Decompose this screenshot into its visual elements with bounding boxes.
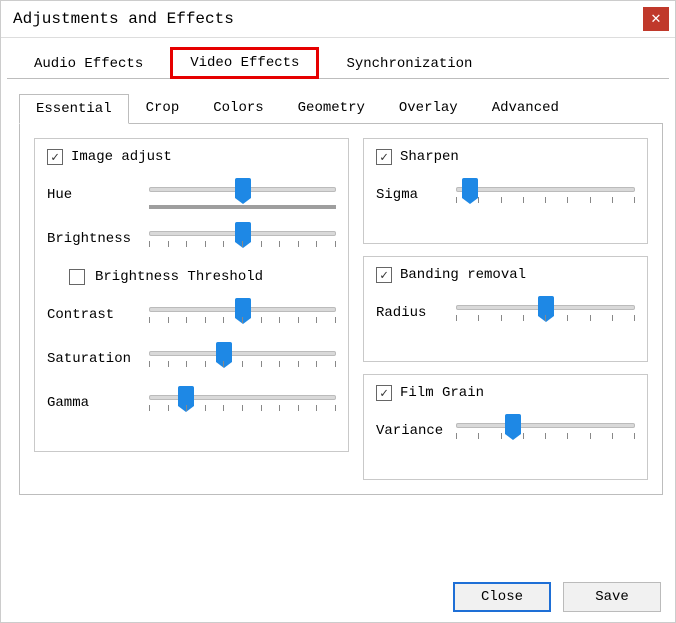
contrast-slider[interactable] — [149, 301, 336, 329]
brightness-slider[interactable] — [149, 225, 336, 253]
tab-colors[interactable]: Colors — [196, 93, 280, 123]
brightness-label: Brightness — [47, 231, 139, 247]
tab-audio-effects[interactable]: Audio Effects — [13, 47, 164, 79]
brightness-threshold-checkbox[interactable] — [69, 269, 85, 285]
tab-video-effects[interactable]: Video Effects — [170, 47, 319, 79]
variance-label: Variance — [376, 423, 446, 439]
banding-removal-label: Banding removal — [400, 267, 526, 283]
save-button[interactable]: Save — [563, 582, 661, 612]
image-adjust-group: Image adjust Hue Brightness — [34, 138, 349, 452]
sigma-label: Sigma — [376, 187, 446, 203]
window-title: Adjustments and Effects — [13, 10, 234, 28]
gamma-label: Gamma — [47, 395, 139, 411]
tab-overlay[interactable]: Overlay — [382, 93, 475, 123]
radius-label: Radius — [376, 305, 446, 321]
tab-essential[interactable]: Essential — [19, 94, 129, 124]
tab-crop[interactable]: Crop — [129, 93, 197, 123]
main-tab-bar: Audio Effects Video Effects Synchronizat… — [7, 46, 669, 79]
sharpen-group: Sharpen Sigma — [363, 138, 648, 244]
saturation-slider[interactable] — [149, 345, 336, 373]
film-grain-label: Film Grain — [400, 385, 484, 401]
sharpen-label: Sharpen — [400, 149, 459, 165]
close-icon[interactable]: ✕ — [643, 7, 669, 31]
banding-removal-checkbox[interactable] — [376, 267, 392, 283]
gamma-slider[interactable] — [149, 389, 336, 417]
brightness-threshold-label: Brightness Threshold — [95, 269, 263, 285]
sub-tab-bar: Essential Crop Colors Geometry Overlay A… — [19, 93, 663, 123]
contrast-label: Contrast — [47, 307, 139, 323]
variance-slider[interactable] — [456, 417, 635, 445]
close-button[interactable]: Close — [453, 582, 551, 612]
banding-removal-group: Banding removal Radius — [363, 256, 648, 362]
tab-synchronization[interactable]: Synchronization — [325, 47, 493, 79]
film-grain-group: Film Grain Variance — [363, 374, 648, 480]
hue-label: Hue — [47, 187, 139, 203]
essential-panel: Image adjust Hue Brightness — [19, 123, 663, 495]
sigma-slider[interactable] — [456, 181, 635, 209]
hue-slider[interactable] — [149, 181, 336, 209]
sharpen-checkbox[interactable] — [376, 149, 392, 165]
saturation-label: Saturation — [47, 351, 139, 367]
radius-slider[interactable] — [456, 299, 635, 327]
image-adjust-label: Image adjust — [71, 149, 172, 165]
tab-geometry[interactable]: Geometry — [281, 93, 382, 123]
image-adjust-checkbox[interactable] — [47, 149, 63, 165]
film-grain-checkbox[interactable] — [376, 385, 392, 401]
tab-advanced[interactable]: Advanced — [475, 93, 576, 123]
